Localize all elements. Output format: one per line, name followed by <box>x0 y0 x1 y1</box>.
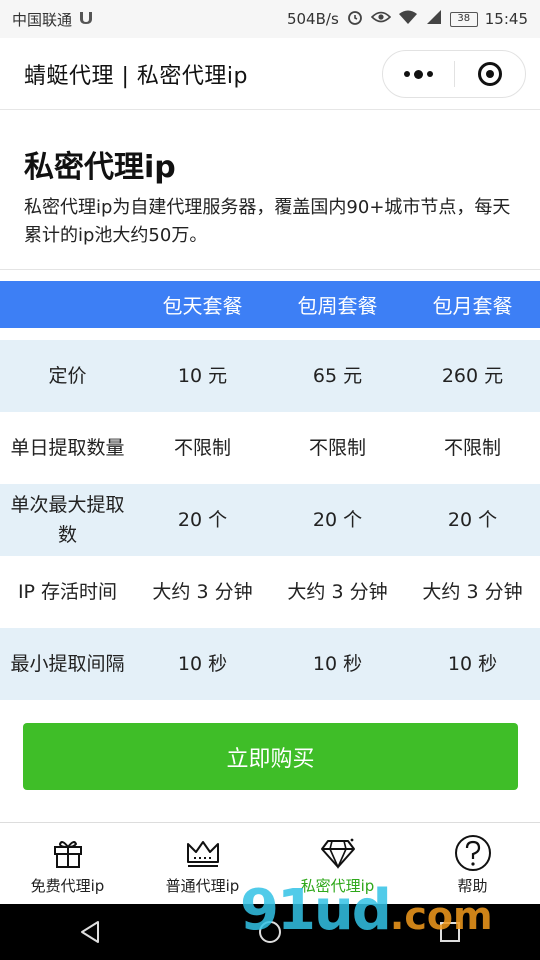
table-cell: 10 秒 <box>312 653 363 675</box>
crown-icon <box>183 833 223 873</box>
gift-icon <box>48 833 88 873</box>
header-weekly-plan: 包周套餐 <box>297 294 378 318</box>
question-icon <box>453 833 493 873</box>
diamond-icon <box>318 833 358 873</box>
table-cell: 不限制 <box>308 437 366 459</box>
buy-now-button[interactable]: 立即购买 <box>23 723 518 790</box>
target-icon <box>477 62 502 86</box>
signal-icon <box>425 9 443 29</box>
table-cell: 大约 3 分钟 <box>422 581 523 603</box>
table-cell: 不限制 <box>173 437 231 459</box>
table-cell: 大约 3 分钟 <box>287 581 388 603</box>
more-dots-icon <box>403 69 433 79</box>
table-cell: 10 秒 <box>177 653 228 675</box>
row-label: IP 存活时间 <box>17 581 118 603</box>
section-description: 私密代理ip为自建代理服务器，覆盖国内90+城市节点，每天累计的ip池大约50万… <box>24 197 511 246</box>
pricing-table-header: 包天套餐 包周套餐 包月套餐 <box>0 281 540 328</box>
battery-icon: 38 <box>449 11 478 27</box>
watermark-main: 91ud <box>240 878 392 943</box>
tab-label: 普通代理ip <box>165 877 240 895</box>
network-speed: 504B/s <box>286 10 339 28</box>
back-icon[interactable] <box>70 912 110 952</box>
mini-program-capsule <box>382 50 526 98</box>
close-mini-program-button[interactable] <box>455 51 526 97</box>
section-heading: 私密代理ip <box>24 150 176 185</box>
table-row: 单次最大提取数 20 个 20 个 20 个 <box>0 484 540 556</box>
table-cell: 不限制 <box>443 437 501 459</box>
watermark-suffix: .com <box>389 894 493 938</box>
page-title: 蜻蜓代理 | 私密代理ip <box>24 63 248 89</box>
table-row: 最小提取间隔 10 秒 10 秒 10 秒 <box>0 628 540 700</box>
watermark-logo: 91ud.com <box>240 878 493 943</box>
alarm-icon <box>346 8 364 30</box>
table-cell: 20 个 <box>447 509 498 531</box>
eye-icon <box>370 10 391 28</box>
table-cell: 65 元 <box>312 365 363 387</box>
tab-free-proxy[interactable]: 免费代理ip <box>0 823 135 904</box>
table-row: IP 存活时间 大约 3 分钟 大约 3 分钟 大约 3 分钟 <box>0 556 540 628</box>
notification-icon <box>78 9 94 29</box>
intro-section: 私密代理ip 私密代理ip为自建代理服务器，覆盖国内90+城市节点，每天累计的i… <box>0 110 540 270</box>
table-row: 定价 10 元 65 元 260 元 <box>0 340 540 412</box>
wifi-icon <box>398 9 418 29</box>
header-monthly-plan: 包月套餐 <box>432 294 513 318</box>
table-cell: 10 秒 <box>447 653 498 675</box>
table-cell: 20 个 <box>177 509 228 531</box>
row-label: 单日提取数量 <box>10 437 125 459</box>
nav-bar: 蜻蜓代理 | 私密代理ip <box>0 38 540 110</box>
table-cell: 10 元 <box>177 365 228 387</box>
more-button[interactable] <box>383 51 454 97</box>
table-row: 单日提取数量 不限制 不限制 不限制 <box>0 412 540 484</box>
row-label: 定价 <box>48 365 87 387</box>
table-cell: 20 个 <box>312 509 363 531</box>
clock-time: 15:45 <box>484 10 528 28</box>
status-bar: 中国联通 504B/s 38 15:45 <box>0 0 540 38</box>
table-cell: 大约 3 分钟 <box>152 581 253 603</box>
tab-label: 免费代理ip <box>30 877 105 895</box>
table-cell: 260 元 <box>441 365 504 387</box>
pricing-table: 定价 10 元 65 元 260 元 单日提取数量 不限制 不限制 不限制 单次… <box>0 340 540 700</box>
carrier-label: 中国联通 <box>12 10 73 29</box>
row-label: 最小提取间隔 <box>10 653 125 675</box>
row-label: 单次最大提取数 <box>10 494 125 546</box>
header-daily-plan: 包天套餐 <box>162 294 243 318</box>
